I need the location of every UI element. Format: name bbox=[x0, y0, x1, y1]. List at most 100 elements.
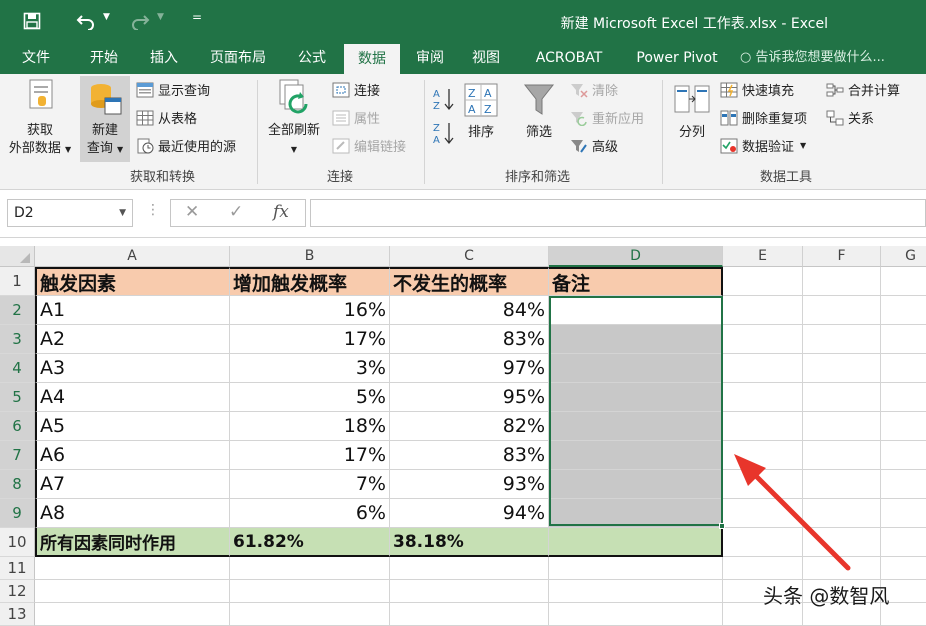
row-header-2[interactable]: 2 bbox=[0, 296, 35, 325]
tab-view[interactable]: 视图 bbox=[460, 42, 512, 74]
flash-fill-button[interactable]: 快速填充 bbox=[720, 80, 794, 99]
cell-b10[interactable]: 61.82% bbox=[230, 528, 390, 557]
fill-handle[interactable] bbox=[719, 523, 725, 529]
cell-f10[interactable] bbox=[803, 528, 881, 557]
tab-power-pivot[interactable]: Power Pivot bbox=[628, 42, 726, 74]
tab-review[interactable]: 审阅 bbox=[404, 42, 456, 74]
cell-c8[interactable]: 93% bbox=[390, 470, 549, 499]
properties-button[interactable]: 属性 bbox=[332, 108, 380, 127]
tab-acrobat[interactable]: ACROBAT bbox=[526, 42, 612, 74]
cell-d10[interactable] bbox=[549, 528, 723, 557]
worksheet-grid[interactable]: ABCDEFG 1 2 3 4 5 6 7 8 9 10 11 12 13 触发因素 增加触发概率 不发生的… bbox=[0, 238, 926, 626]
row-header-12[interactable]: 12 bbox=[0, 580, 35, 603]
cell-a2[interactable]: A1 bbox=[35, 296, 230, 325]
cell-g2[interactable] bbox=[881, 296, 926, 325]
row-header-7[interactable]: 7 bbox=[0, 441, 35, 470]
cell-a13[interactable] bbox=[35, 603, 230, 626]
row-header-6[interactable]: 6 bbox=[0, 412, 35, 441]
cell-d12[interactable] bbox=[549, 580, 723, 603]
refresh-all-button[interactable]: 全部刷新 ▼ bbox=[260, 76, 328, 162]
insert-function-icon[interactable]: fx bbox=[273, 202, 289, 222]
cell-b13[interactable] bbox=[230, 603, 390, 626]
cell-d3[interactable] bbox=[549, 325, 723, 354]
cell-g9[interactable] bbox=[881, 499, 926, 528]
cell-f2[interactable] bbox=[803, 296, 881, 325]
cell-a9[interactable]: A8 bbox=[35, 499, 230, 528]
cell-f4[interactable] bbox=[803, 354, 881, 383]
cell-c6[interactable]: 82% bbox=[390, 412, 549, 441]
cell-b7[interactable]: 17% bbox=[230, 441, 390, 470]
enter-icon[interactable]: ✓ bbox=[229, 202, 243, 222]
cell-f3[interactable] bbox=[803, 325, 881, 354]
cell-c4[interactable]: 97% bbox=[390, 354, 549, 383]
redo-icon[interactable] bbox=[130, 11, 150, 31]
tab-home[interactable]: 开始 bbox=[76, 42, 132, 74]
show-queries-button[interactable]: 显示查询 bbox=[136, 80, 210, 99]
column-header-f[interactable]: F bbox=[803, 246, 881, 267]
row-header-4[interactable]: 4 bbox=[0, 354, 35, 383]
undo-dropdown-icon[interactable]: ▼ bbox=[103, 12, 110, 22]
cell-e10[interactable] bbox=[723, 528, 803, 557]
text-to-columns-button[interactable]: 分列 bbox=[668, 76, 716, 162]
name-box-dropdown-icon[interactable]: ▼ bbox=[119, 200, 126, 226]
from-table-button[interactable]: 从表格 bbox=[136, 108, 197, 127]
cell-e2[interactable] bbox=[723, 296, 803, 325]
cell-d4[interactable] bbox=[549, 354, 723, 383]
cell-a7[interactable]: A6 bbox=[35, 441, 230, 470]
column-header-g[interactable]: G bbox=[881, 246, 926, 267]
cell-a6[interactable]: A5 bbox=[35, 412, 230, 441]
new-query-button[interactable]: 新建 查询 ▼ bbox=[80, 76, 130, 162]
cell-b11[interactable] bbox=[230, 557, 390, 580]
cell-c1[interactable]: 不发生的概率 bbox=[390, 267, 549, 296]
cell-d5[interactable] bbox=[549, 383, 723, 412]
cell-e11[interactable] bbox=[723, 557, 803, 580]
cell-c2[interactable]: 84% bbox=[390, 296, 549, 325]
connections-button[interactable]: 连接 bbox=[332, 80, 380, 99]
cell-f7[interactable] bbox=[803, 441, 881, 470]
cell-e7[interactable] bbox=[723, 441, 803, 470]
cell-a8[interactable]: A7 bbox=[35, 470, 230, 499]
cell-e5[interactable] bbox=[723, 383, 803, 412]
cell-g7[interactable] bbox=[881, 441, 926, 470]
cell-b4[interactable]: 3% bbox=[230, 354, 390, 383]
cell-c10[interactable]: 38.18% bbox=[390, 528, 549, 557]
sort-za-button[interactable]: Z A bbox=[432, 120, 456, 146]
tab-insert[interactable]: 插入 bbox=[136, 42, 192, 74]
row-header-11[interactable]: 11 bbox=[0, 557, 35, 580]
tab-file[interactable]: 文件 bbox=[10, 42, 62, 74]
column-header-a[interactable]: A bbox=[35, 246, 230, 267]
cell-b1[interactable]: 增加触发概率 bbox=[230, 267, 390, 296]
sort-az-button[interactable]: A Z bbox=[432, 86, 456, 112]
column-header-d[interactable]: D bbox=[549, 246, 723, 267]
name-box[interactable]: D2 ▼ bbox=[7, 199, 133, 227]
cell-c5[interactable]: 95% bbox=[390, 383, 549, 412]
cell-b2[interactable]: 16% bbox=[230, 296, 390, 325]
cell-d13[interactable] bbox=[549, 603, 723, 626]
cell-d8[interactable] bbox=[549, 470, 723, 499]
cell-c13[interactable] bbox=[390, 603, 549, 626]
cell-g5[interactable] bbox=[881, 383, 926, 412]
cell-f1[interactable] bbox=[803, 267, 881, 296]
cell-a5[interactable]: A4 bbox=[35, 383, 230, 412]
row-header-9[interactable]: 9 bbox=[0, 499, 35, 528]
cell-e3[interactable] bbox=[723, 325, 803, 354]
formula-input[interactable] bbox=[310, 199, 926, 227]
cell-b6[interactable]: 18% bbox=[230, 412, 390, 441]
cell-c3[interactable]: 83% bbox=[390, 325, 549, 354]
recent-sources-button[interactable]: 最近使用的源 bbox=[136, 136, 236, 155]
cell-d1[interactable]: 备注 bbox=[549, 267, 723, 296]
cell-a11[interactable] bbox=[35, 557, 230, 580]
undo-icon[interactable] bbox=[76, 11, 96, 31]
relationships-button[interactable]: 关系 bbox=[826, 108, 874, 127]
cell-e6[interactable] bbox=[723, 412, 803, 441]
cell-b9[interactable]: 6% bbox=[230, 499, 390, 528]
cell-f9[interactable] bbox=[803, 499, 881, 528]
cell-b5[interactable]: 5% bbox=[230, 383, 390, 412]
tab-page-layout[interactable]: 页面布局 bbox=[200, 42, 276, 74]
row-header-13[interactable]: 13 bbox=[0, 603, 35, 626]
cell-c12[interactable] bbox=[390, 580, 549, 603]
cell-c11[interactable] bbox=[390, 557, 549, 580]
cell-e8[interactable] bbox=[723, 470, 803, 499]
formula-bar-grip-icon[interactable]: ⋮ bbox=[146, 202, 160, 218]
row-header-8[interactable]: 8 bbox=[0, 470, 35, 499]
